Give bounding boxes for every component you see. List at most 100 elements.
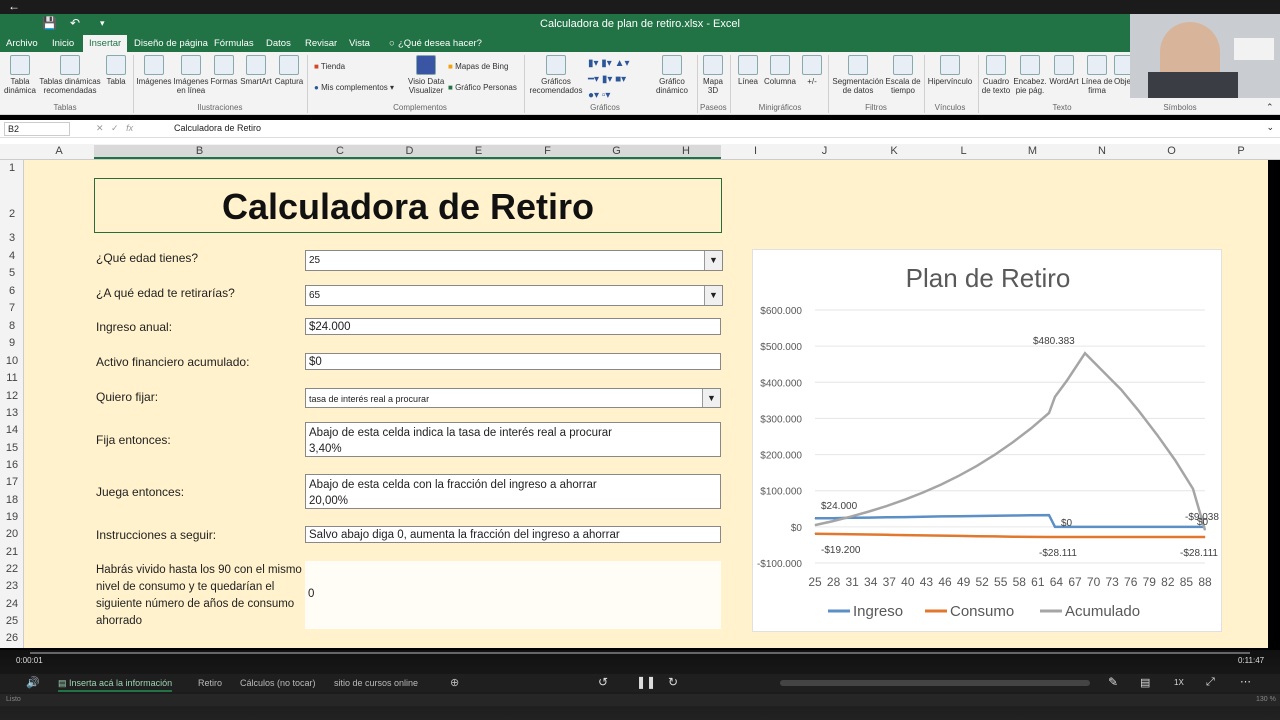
row-header[interactable]: 3	[0, 232, 24, 244]
row-header[interactable]: 19	[0, 511, 24, 523]
object-button[interactable]: Obje	[1114, 52, 1130, 86]
tab-datos[interactable]: Datos	[266, 38, 291, 49]
sparkline-winloss-button[interactable]: +/-	[800, 52, 824, 86]
sparkline-line-button[interactable]: Línea	[734, 52, 762, 86]
tab-archivo[interactable]: Archivo	[6, 38, 38, 49]
tab-diseno[interactable]: Diseño de página	[134, 38, 208, 49]
col-header[interactable]: P	[1206, 145, 1276, 157]
timeline-button[interactable]: Escala de tiempo	[884, 52, 922, 95]
volume-icon[interactable]: 🔊	[26, 676, 40, 689]
col-header[interactable]: L	[929, 145, 998, 157]
hyperlink-button[interactable]: Hipervínculo	[926, 52, 974, 86]
chart-types-icon[interactable]: ▮▾ ▮▾ ▲▾	[588, 58, 630, 69]
textbox-button[interactable]: Cuadro de texto	[980, 52, 1012, 95]
row-header[interactable]: 10	[0, 355, 24, 367]
assets-field[interactable]: $0	[305, 353, 721, 370]
sheet-tab-inserta[interactable]: ▤ Inserta acá la información	[58, 678, 173, 692]
sheet-tab-calculos[interactable]: Cálculos (no tocar)	[240, 678, 316, 688]
row-header[interactable]: 6	[0, 285, 24, 297]
more-options-icon[interactable]: ⋯	[1240, 675, 1251, 688]
row-header[interactable]: 22	[0, 563, 24, 575]
col-header[interactable]: H	[651, 145, 721, 159]
people-graph-button[interactable]: ■ Gráfico Personas	[448, 83, 517, 92]
my-addins-button[interactable]: ● Mis complementos ▾	[314, 83, 394, 92]
col-header[interactable]: I	[721, 145, 790, 157]
col-header[interactable]: B	[94, 145, 305, 159]
chevron-down-icon[interactable]: ▼	[704, 286, 722, 305]
sheet-tab-cursos[interactable]: sitio de cursos online	[334, 678, 418, 688]
pencil-icon[interactable]: ✎	[1108, 675, 1118, 689]
row-header[interactable]: 2	[0, 208, 24, 220]
row-header[interactable]: 9	[0, 337, 24, 349]
row-header[interactable]: 25	[0, 615, 24, 627]
col-header[interactable]: C	[305, 145, 375, 159]
header-footer-button[interactable]: Encabez. pie pág.	[1013, 52, 1047, 95]
col-header[interactable]: O	[1137, 145, 1206, 157]
col-header[interactable]: E	[444, 145, 513, 159]
row-header[interactable]: 15	[0, 442, 24, 454]
row-header[interactable]: 18	[0, 494, 24, 506]
col-header[interactable]: J	[790, 145, 859, 157]
store-button[interactable]: ■ Tienda	[314, 62, 345, 71]
instructions-field[interactable]: Salvo abajo diga 0, aumenta la fracción …	[305, 526, 721, 543]
tab-inicio[interactable]: Inicio	[52, 38, 74, 49]
fullscreen-icon[interactable]: ⤢	[1206, 676, 1215, 689]
row-header[interactable]: 5	[0, 267, 24, 279]
income-field[interactable]: $24.000	[305, 318, 721, 335]
tab-revisar[interactable]: Revisar	[305, 38, 337, 49]
forward-30-icon[interactable]: ↻	[668, 675, 678, 689]
signature-line-button[interactable]: Línea de firma	[1080, 52, 1114, 95]
col-header[interactable]: A	[24, 145, 94, 157]
chevron-down-icon[interactable]: ▼	[704, 251, 722, 270]
horizontal-scrollbar[interactable]	[780, 680, 1090, 686]
row-header[interactable]: 11	[0, 372, 24, 384]
row-header[interactable]: 4	[0, 250, 24, 262]
row-header[interactable]: 13	[0, 407, 24, 419]
retirement-chart[interactable]: Plan de Retiro $600.000 $500.000 $400.000 $3…	[752, 249, 1222, 632]
sparkline-column-button[interactable]: Columna	[762, 52, 798, 86]
sheet-title[interactable]: Calculadora de Retiro	[94, 178, 722, 233]
formula-input[interactable]: Calculadora de Retiro	[174, 123, 261, 133]
col-header[interactable]: N	[1067, 145, 1137, 157]
row-header[interactable]: 23	[0, 580, 24, 592]
chart-types-icon[interactable]: ●▾ ▫▾	[588, 90, 610, 101]
tab-vista[interactable]: Vista	[349, 38, 370, 49]
row-header[interactable]: 8	[0, 320, 24, 332]
row-header[interactable]: 17	[0, 476, 24, 488]
add-sheet-icon[interactable]: ⊕	[450, 676, 459, 689]
recommended-charts-button[interactable]: Gráficos recomendados	[528, 52, 584, 95]
visio-button[interactable]: Visio Data Visualizer	[408, 52, 444, 95]
table-button[interactable]: Tabla	[103, 52, 129, 86]
smartart-button[interactable]: SmartArt	[239, 52, 273, 86]
speed-icon[interactable]: 1X	[1174, 678, 1184, 687]
row-header[interactable]: 16	[0, 459, 24, 471]
collapse-ribbon-icon[interactable]: ⌃	[1266, 102, 1274, 113]
chart-types-icon[interactable]: ━▾ ▮▾ ■▾	[588, 74, 626, 85]
bing-maps-button[interactable]: ■ Mapas de Bing	[448, 62, 508, 71]
sheet-tab-retiro[interactable]: Retiro	[198, 678, 222, 688]
video-progress-bar[interactable]	[30, 652, 1250, 654]
online-pictures-button[interactable]: Imágenes en línea	[172, 52, 210, 95]
final-result[interactable]: 0	[305, 561, 721, 629]
rewind-10-icon[interactable]: ↺	[598, 675, 608, 689]
subtitles-icon[interactable]: ▤	[1140, 676, 1150, 689]
name-box[interactable]: B2	[4, 122, 70, 136]
col-header[interactable]: M	[998, 145, 1067, 157]
row-header[interactable]: 26	[0, 632, 24, 644]
col-header[interactable]: G	[582, 145, 651, 159]
row-header[interactable]: 14	[0, 424, 24, 436]
retire-select[interactable]: 65 ▼	[305, 285, 723, 306]
rate-field[interactable]: Abajo de esta celda indica la tasa de in…	[305, 422, 721, 457]
fix-select[interactable]: tasa de interés real a procurar ▼	[305, 388, 721, 408]
pause-icon[interactable]: ❚❚	[636, 675, 656, 689]
back-arrow-icon[interactable]: ←	[8, 0, 20, 13]
tab-insertar[interactable]: Insertar	[83, 35, 128, 52]
row-header[interactable]: 24	[0, 598, 24, 610]
chevron-down-icon[interactable]: ▼	[702, 389, 720, 407]
savings-field[interactable]: Abajo de esta celda con la fracción del …	[305, 474, 721, 509]
shapes-button[interactable]: Formas	[210, 52, 238, 86]
pictures-button[interactable]: Imágenes	[136, 52, 172, 86]
tab-formulas[interactable]: Fórmulas	[214, 38, 254, 49]
screenshot-button[interactable]: Captura	[273, 52, 305, 86]
pivot-table-button[interactable]: Tabla dinámica	[2, 52, 38, 95]
